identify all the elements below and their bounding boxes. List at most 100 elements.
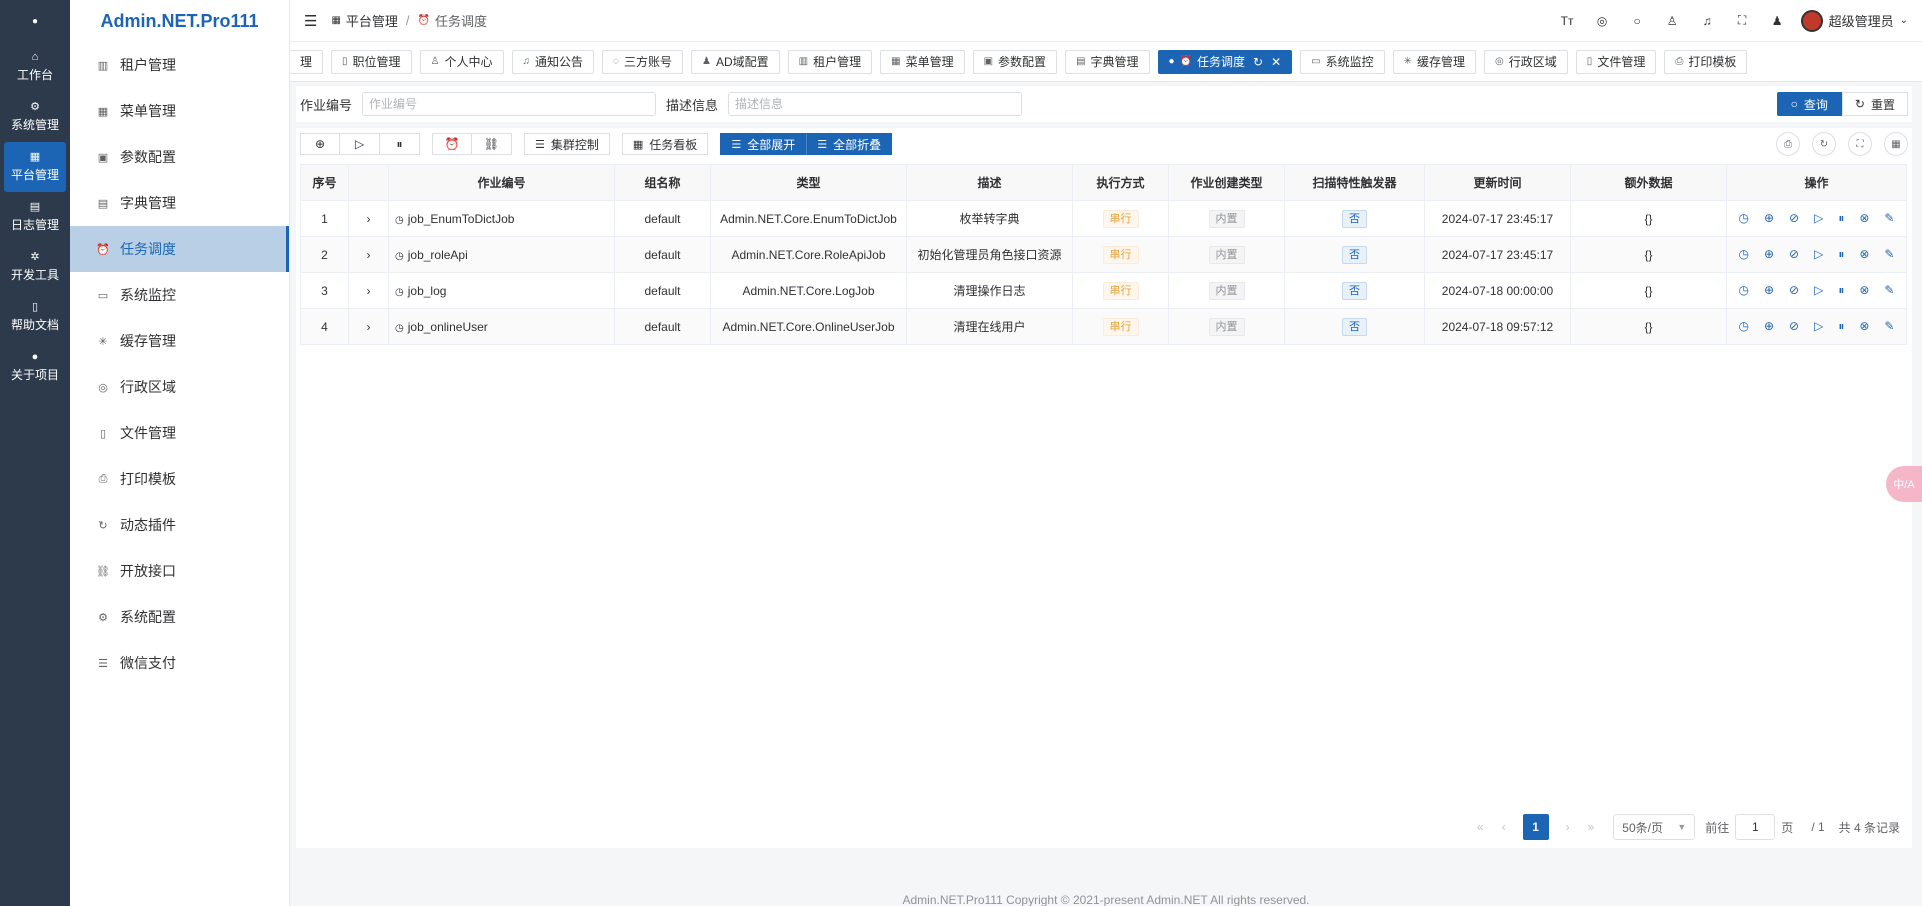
tab-ad-config[interactable]: ♟ AD域配置 <box>691 49 780 74</box>
tab-position[interactable]: ▯ 职位管理 <box>331 49 412 74</box>
submenu-item-config[interactable]: ▣ 参数配置 <box>70 134 289 180</box>
tab-print[interactable]: ⎙ 打印模板 <box>1664 49 1748 74</box>
submenu-item-region[interactable]: ◎ 行政区域 <box>70 364 289 410</box>
check-circle-icon[interactable]: ⊘ <box>1789 319 1799 334</box>
expand-row-icon[interactable]: › <box>348 200 389 237</box>
refresh-icon[interactable]: ↻ <box>1812 132 1836 156</box>
plus-circle-icon[interactable]: ⊕ <box>1764 319 1774 334</box>
rail-item-about[interactable]: ● 关于项目 <box>0 342 70 392</box>
submenu-item-plugin[interactable]: ↻ 动态插件 <box>70 502 289 548</box>
check-circle-icon[interactable]: ⊘ <box>1789 211 1799 226</box>
printer-icon[interactable]: ⎙ <box>1776 132 1800 156</box>
submenu-item-menu[interactable]: ▦ 菜单管理 <box>70 88 289 134</box>
timer-icon[interactable]: ◷ <box>1739 319 1749 334</box>
pause-circle-icon[interactable]: ⏸ <box>1838 211 1844 226</box>
close-circle-icon[interactable]: ⊗ <box>1859 283 1869 298</box>
rail-item-platform[interactable]: ▦ 平台管理 <box>4 142 66 192</box>
task-board-button[interactable]: ▦ 任务看板 <box>621 133 709 155</box>
trigger-button[interactable]: ⏰ <box>432 133 472 155</box>
tab-menu[interactable]: ▦ 菜单管理 <box>880 49 965 74</box>
edit-icon[interactable]: ✎ <box>1884 247 1894 262</box>
menu-toggle-icon[interactable]: ☰ <box>304 12 317 30</box>
rail-item-system[interactable]: ⚙ 系统管理 <box>0 92 70 142</box>
play-circle-icon[interactable]: ▷ <box>1814 211 1823 226</box>
refresh-icon[interactable]: ↻ <box>1253 55 1263 69</box>
rail-item-logs[interactable]: ▤ 日志管理 <box>0 192 70 242</box>
play-circle-icon[interactable]: ▷ <box>1814 247 1823 262</box>
timer-icon[interactable]: ◷ <box>1739 247 1749 262</box>
rail-item-workbench[interactable]: ⌂ 工作台 <box>0 42 70 92</box>
plus-circle-icon[interactable]: ⊕ <box>1764 211 1774 226</box>
collapse-all-button[interactable]: ☰ 全部折叠 <box>806 133 893 155</box>
double-chevron-left-icon[interactable]: « <box>1477 820 1484 834</box>
user-menu[interactable]: 超级管理员 ⌄ <box>1800 9 1908 32</box>
page-number-current[interactable]: 1 <box>1522 814 1549 840</box>
edit-icon[interactable]: ✎ <box>1884 283 1894 298</box>
search-icon[interactable]: ○ <box>1620 14 1655 28</box>
tab-file[interactable]: ▯ 文件管理 <box>1575 49 1657 74</box>
expand-row-icon[interactable]: › <box>348 308 389 345</box>
close-circle-icon[interactable]: ⊗ <box>1859 247 1869 262</box>
timer-icon[interactable]: ◷ <box>1739 283 1749 298</box>
add-job-button[interactable]: ⊕ <box>300 133 340 155</box>
timer-icon[interactable]: ◷ <box>1739 211 1749 226</box>
tab-config[interactable]: ▣ 参数配置 <box>972 49 1058 74</box>
rail-item-help[interactable]: ▯ 帮助文档 <box>0 292 70 342</box>
language-icon[interactable]: ◎ <box>1585 14 1620 28</box>
play-circle-icon[interactable]: ▷ <box>1814 319 1823 334</box>
expand-row-icon[interactable]: › <box>348 236 389 273</box>
user-icon[interactable]: ♟ <box>1760 14 1795 28</box>
tab-monitor[interactable]: ▭ 系统监控 <box>1300 49 1385 74</box>
start-all-button[interactable]: ▷ <box>340 133 380 155</box>
close-circle-icon[interactable]: ⊗ <box>1859 211 1869 226</box>
fullscreen-icon[interactable]: ⛶ <box>1725 13 1760 28</box>
pause-circle-icon[interactable]: ⏸ <box>1838 319 1844 334</box>
play-circle-icon[interactable]: ▷ <box>1814 283 1823 298</box>
submenu-item-print[interactable]: ⎙ 打印模板 <box>70 456 289 502</box>
page-size-select[interactable]: 50条/页 ▼ <box>1613 814 1696 840</box>
double-chevron-right-icon[interactable]: » <box>1588 820 1595 834</box>
tab-dict[interactable]: ▤ 字典管理 <box>1065 49 1150 74</box>
edit-icon[interactable]: ✎ <box>1884 211 1894 226</box>
close-icon[interactable]: ✕ <box>1271 55 1281 69</box>
submenu-item-job[interactable]: ⏰ 任务调度 <box>70 226 289 272</box>
theme-shirt-icon[interactable]: ♙ <box>1655 14 1690 28</box>
translate-float-button[interactable]: 中/A <box>1886 466 1922 502</box>
fullscreen-icon[interactable]: ⛶ <box>1848 132 1872 156</box>
submenu-item-sysconfig[interactable]: ⚙ 系统配置 <box>70 594 289 640</box>
chevron-left-icon[interactable]: ‹ <box>1502 820 1506 834</box>
desc-input[interactable] <box>728 92 1023 116</box>
chevron-right-icon[interactable]: › <box>1566 820 1570 834</box>
bell-icon[interactable]: ♫ <box>1690 14 1725 28</box>
tab-partial[interactable]: 理 <box>290 49 324 74</box>
reset-button[interactable]: ↻ 重置 <box>1841 92 1908 116</box>
edit-icon[interactable]: ✎ <box>1884 319 1894 334</box>
query-button[interactable]: ○ 查询 <box>1776 92 1842 116</box>
font-size-icon[interactable]: Tт <box>1550 14 1585 28</box>
submenu-item-tenant[interactable]: ▥ 租户管理 <box>70 42 289 88</box>
check-circle-icon[interactable]: ⊘ <box>1789 247 1799 262</box>
column-settings-icon[interactable]: ▦ <box>1884 132 1908 156</box>
tab-tenant[interactable]: ▥ 租户管理 <box>787 49 873 74</box>
submenu-item-openapi[interactable]: ⛓ 开放接口 <box>70 548 289 594</box>
submenu-item-cache[interactable]: ✳ 缓存管理 <box>70 318 289 364</box>
job-id-input[interactable] <box>362 92 657 116</box>
tab-cache[interactable]: ✳ 缓存管理 <box>1392 49 1477 74</box>
breadcrumb-parent[interactable]: 平台管理 <box>346 11 398 30</box>
plus-circle-icon[interactable]: ⊕ <box>1764 283 1774 298</box>
tab-job[interactable]: ● ⏰ 任务调度 ↻ ✕ <box>1157 49 1293 74</box>
expand-all-button[interactable]: ☰ 全部展开 <box>720 133 807 155</box>
submenu-item-dict[interactable]: ▤ 字典管理 <box>70 180 289 226</box>
check-circle-icon[interactable]: ⊘ <box>1789 283 1799 298</box>
tab-notice[interactable]: ♫ 通知公告 <box>511 49 595 74</box>
pause-circle-icon[interactable]: ⏸ <box>1838 247 1844 262</box>
persist-button[interactable]: ⛓ <box>472 133 512 155</box>
tab-oauth[interactable]: ◌ 三方账号 <box>602 49 684 74</box>
goto-page-input[interactable]: 1 <box>1735 814 1776 840</box>
rail-item-devtools[interactable]: ✲ 开发工具 <box>0 242 70 292</box>
pause-all-button[interactable]: ⏸ <box>380 133 420 155</box>
pause-circle-icon[interactable]: ⏸ <box>1838 283 1844 298</box>
tab-profile[interactable]: ♙ 个人中心 <box>419 49 504 74</box>
submenu-item-file[interactable]: ▯ 文件管理 <box>70 410 289 456</box>
expand-row-icon[interactable]: › <box>348 272 389 309</box>
